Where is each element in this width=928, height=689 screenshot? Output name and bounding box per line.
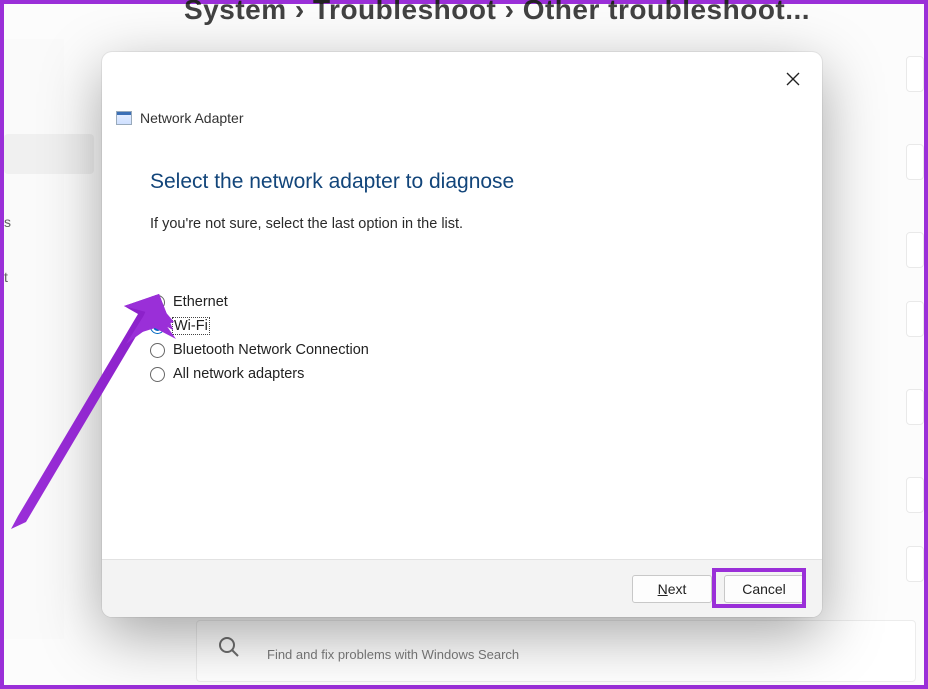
- radio-label: Wi-Fi: [173, 318, 209, 334]
- close-icon: [786, 72, 800, 86]
- radio-icon: [150, 319, 165, 334]
- dialog-window-title: Network Adapter: [140, 110, 244, 126]
- network-adapter-dialog: Network Adapter Select the network adapt…: [102, 52, 822, 617]
- radio-label: All network adapters: [173, 366, 304, 382]
- radio-icon: [150, 343, 165, 358]
- next-mnemonic: N: [658, 581, 668, 597]
- cancel-button[interactable]: Cancel: [724, 575, 804, 603]
- radio-option-wifi[interactable]: Wi-Fi: [150, 318, 782, 334]
- next-button[interactable]: Next: [632, 575, 712, 603]
- dialog-body: Select the network adapter to diagnose I…: [150, 170, 782, 382]
- dialog-footer: Next Cancel: [102, 559, 822, 617]
- radio-option-ethernet[interactable]: Ethernet: [150, 294, 782, 310]
- next-label-rest: ext: [668, 581, 687, 597]
- radio-icon: [150, 295, 165, 310]
- close-button[interactable]: [782, 68, 804, 90]
- adapter-radio-group: Ethernet Wi-Fi Bluetooth Network Connect…: [150, 294, 782, 382]
- radio-option-bluetooth[interactable]: Bluetooth Network Connection: [150, 342, 782, 358]
- radio-label: Ethernet: [173, 294, 228, 310]
- radio-option-all[interactable]: All network adapters: [150, 366, 782, 382]
- radio-icon: [150, 367, 165, 382]
- radio-label: Bluetooth Network Connection: [173, 342, 369, 358]
- dialog-title: Select the network adapter to diagnose: [150, 170, 782, 194]
- troubleshooter-icon: [116, 111, 132, 125]
- dialog-header: Network Adapter: [116, 110, 244, 126]
- dialog-subtitle: If you're not sure, select the last opti…: [150, 216, 782, 232]
